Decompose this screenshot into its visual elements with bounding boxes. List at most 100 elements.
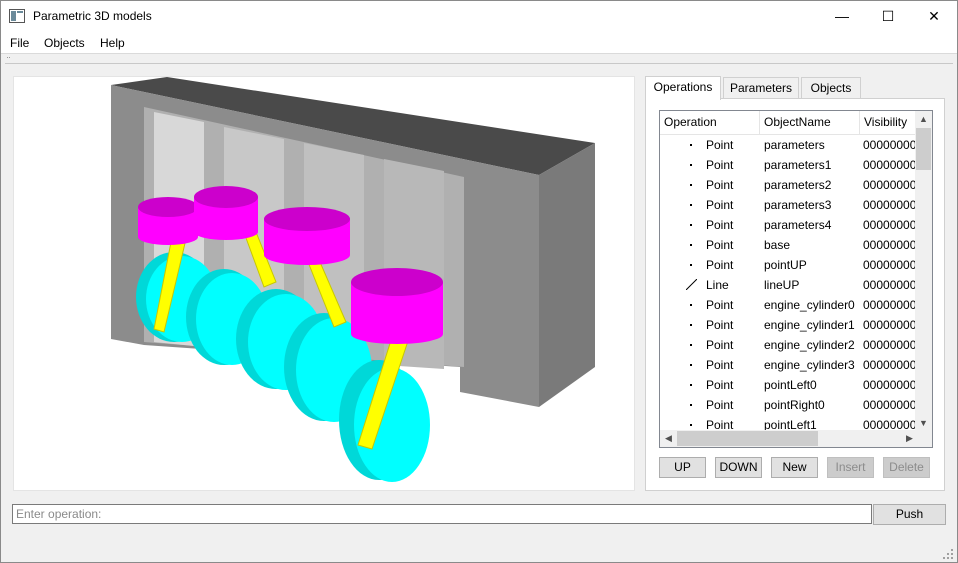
row-object-name: lineUP	[764, 278, 800, 292]
row-operation: Point	[706, 198, 734, 212]
row-operation: Point	[706, 378, 734, 392]
point-icon	[682, 355, 702, 375]
close-icon: ✕	[928, 8, 940, 24]
horizontal-scroll-thumb[interactable]	[677, 431, 818, 446]
insert-button[interactable]: Insert	[827, 457, 874, 478]
row-operation: Point	[706, 398, 734, 412]
table-row[interactable]: Point parameters3 00000000	[660, 195, 918, 215]
row-object-name: parameters3	[764, 198, 832, 212]
row-operation: Point	[706, 358, 734, 372]
row-visibility: 00000000	[863, 138, 917, 152]
vertical-scroll-thumb[interactable]	[916, 128, 931, 170]
up-button[interactable]: UP	[659, 457, 706, 478]
row-object-name: pointLeft0	[764, 378, 817, 392]
menu-file[interactable]: File	[10, 36, 29, 50]
scroll-up-icon[interactable]: ▲	[915, 111, 932, 128]
resize-grip-icon[interactable]	[943, 549, 953, 559]
point-icon	[682, 135, 702, 155]
row-operation: Point	[706, 318, 734, 332]
table-row[interactable]: Point engine_cylinder3 00000000	[660, 355, 918, 375]
row-visibility: 00000000	[863, 238, 917, 252]
operations-panel: Operation ObjectName Visibility Point par…	[645, 98, 945, 491]
table-row[interactable]: Point pointRight0 00000000	[660, 395, 918, 415]
point-icon	[682, 315, 702, 335]
point-icon	[682, 255, 702, 275]
table-row[interactable]: Point engine_cylinder1 00000000	[660, 315, 918, 335]
row-visibility: 00000000	[863, 198, 917, 212]
new-button[interactable]: New	[771, 457, 818, 478]
push-button[interactable]: Push	[873, 504, 946, 525]
table-row[interactable]: Point parameters 00000000	[660, 135, 918, 155]
table-row[interactable]: Point parameters4 00000000	[660, 215, 918, 235]
operations-table[interactable]: Operation ObjectName Visibility Point par…	[659, 110, 933, 448]
point-icon	[682, 155, 702, 175]
piston-2	[194, 186, 258, 240]
menu-separator	[5, 63, 953, 64]
column-header-objectname[interactable]: ObjectName	[760, 111, 860, 135]
point-icon	[682, 375, 702, 395]
row-visibility: 00000000	[863, 358, 917, 372]
table-row[interactable]: Point parameters1 00000000	[660, 155, 918, 175]
row-visibility: 00000000	[863, 178, 917, 192]
point-icon	[682, 295, 702, 315]
table-row[interactable]: Point parameters2 00000000	[660, 175, 918, 195]
line-icon	[682, 275, 702, 295]
point-icon	[682, 235, 702, 255]
row-operation: Point	[706, 338, 734, 352]
row-visibility: 00000000	[863, 338, 917, 352]
scroll-corner	[915, 430, 932, 447]
row-operation: Point	[706, 218, 734, 232]
delete-button[interactable]: Delete	[883, 457, 930, 478]
menu-help[interactable]: Help	[100, 36, 125, 50]
row-object-name: base	[764, 238, 791, 252]
close-button[interactable]: ✕	[911, 1, 957, 32]
table-row[interactable]: Line lineUP 00000000	[660, 275, 918, 295]
3d-viewport[interactable]	[13, 76, 635, 491]
row-operation: Point	[706, 258, 734, 272]
menu-objects[interactable]: Objects	[44, 36, 85, 50]
horizontal-scrollbar[interactable]: ◀ ▶	[660, 430, 918, 447]
window-title: Parametric 3D models	[33, 9, 152, 23]
minimize-icon: —	[835, 8, 849, 24]
row-visibility: 00000000	[863, 218, 917, 232]
maximize-button[interactable]: ☐	[865, 1, 911, 32]
row-operation: Point	[706, 138, 734, 152]
table-row[interactable]: Point pointUP 00000000	[660, 255, 918, 275]
toolbar-handle[interactable]	[7, 57, 10, 60]
table-row[interactable]: Point pointLeft0 00000000	[660, 375, 918, 395]
vertical-scrollbar[interactable]: ▲ ▼	[915, 111, 932, 432]
row-visibility: 00000000	[863, 258, 917, 272]
tab-objects[interactable]: Objects	[801, 77, 861, 99]
row-operation: Point	[706, 158, 734, 172]
row-object-name: pointRight0	[764, 398, 825, 412]
tab-operations[interactable]: Operations	[645, 76, 721, 100]
scroll-left-icon[interactable]: ◀	[660, 430, 677, 447]
column-header-operation[interactable]: Operation	[660, 111, 760, 135]
table-header: Operation ObjectName Visibility	[660, 111, 918, 135]
point-icon	[682, 175, 702, 195]
piston-1	[138, 197, 198, 245]
row-object-name: engine_cylinder2	[764, 338, 855, 352]
app-window: Parametric 3D models — ☐ ✕ File Objects …	[0, 0, 958, 563]
table-row[interactable]: Point engine_cylinder0 00000000	[660, 295, 918, 315]
row-visibility: 00000000	[863, 278, 917, 292]
engine-model	[111, 77, 595, 482]
piston-3	[264, 207, 350, 265]
row-visibility: 00000000	[863, 298, 917, 312]
point-icon	[682, 195, 702, 215]
tab-parameters[interactable]: Parameters	[723, 77, 799, 99]
operation-input[interactable]	[12, 504, 872, 524]
row-operation: Point	[706, 238, 734, 252]
row-object-name: parameters2	[764, 178, 832, 192]
minimize-button[interactable]: —	[819, 1, 865, 32]
row-visibility: 00000000	[863, 378, 917, 392]
column-header-visibility[interactable]: Visibility	[860, 111, 918, 135]
table-row[interactable]: Point base 00000000	[660, 235, 918, 255]
row-object-name: engine_cylinder1	[764, 318, 855, 332]
menu-bar: File Objects Help	[1, 32, 957, 54]
table-row[interactable]: Point engine_cylinder2 00000000	[660, 335, 918, 355]
piston-4	[351, 268, 443, 344]
row-object-name: parameters1	[764, 158, 832, 172]
title-bar[interactable]: Parametric 3D models — ☐ ✕	[1, 1, 957, 32]
down-button[interactable]: DOWN	[715, 457, 762, 478]
